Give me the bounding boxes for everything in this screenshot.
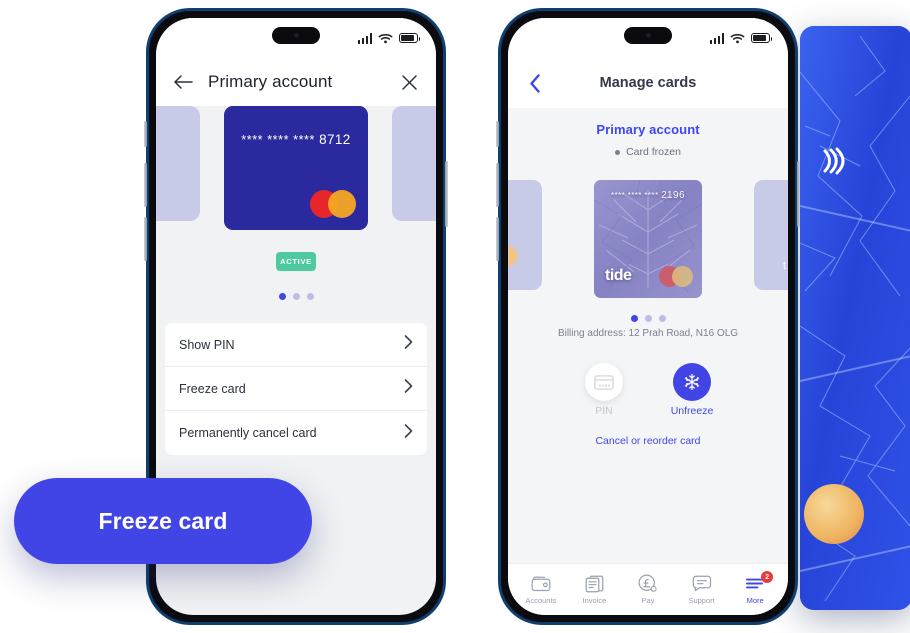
chevron-left-icon[interactable] <box>524 72 546 94</box>
card-peek-right[interactable] <box>392 106 436 221</box>
card-number: **** **** **** 2196 <box>611 190 685 201</box>
tab-label: Support <box>688 596 715 605</box>
hero-frozen-card <box>800 26 910 610</box>
card-options-list: Show PIN Freeze card Permanently cancel … <box>165 323 427 455</box>
tab-accounts[interactable]: Accounts <box>516 574 566 605</box>
chevron-right-icon <box>404 379 413 398</box>
wifi-icon <box>378 33 393 43</box>
wallet-icon <box>516 574 566 593</box>
option-label: Freeze card <box>179 381 246 396</box>
snowflake-icon <box>673 363 711 401</box>
card-actions: PIN Unfreeze <box>508 363 788 419</box>
action-unfreeze[interactable]: Unfreeze <box>664 363 720 419</box>
tab-support[interactable]: Support <box>677 574 727 605</box>
close-icon[interactable] <box>398 71 420 93</box>
option-permanently-cancel-card[interactable]: Permanently cancel card <box>165 411 427 455</box>
card-peek-right[interactable]: t <box>754 180 788 290</box>
carousel-dot[interactable] <box>630 315 638 322</box>
tab-label: More <box>746 596 764 605</box>
option-label: Permanently cancel card <box>179 426 317 440</box>
card-carousel-left[interactable]: **** **** **** 8712 <box>156 106 436 236</box>
carousel-dot[interactable] <box>292 293 300 300</box>
phone-volume-up-button[interactable] <box>144 163 147 207</box>
tab-label: Accounts <box>525 596 557 605</box>
billing-address: Billing address: 12 Prah Road, N16 OLG <box>557 328 739 339</box>
carousel-dots-right[interactable] <box>508 315 788 322</box>
wifi-icon <box>730 33 745 43</box>
status-bar-right <box>508 18 788 58</box>
tab-label: Invoice <box>582 596 607 605</box>
battery-icon <box>399 33 421 43</box>
carousel-dot[interactable] <box>306 293 314 300</box>
frozen-bank-card[interactable]: **** **** **** 2196 tide <box>594 180 702 298</box>
phone-power-button[interactable] <box>445 161 448 227</box>
freeze-card-callout-button[interactable]: Freeze card <box>14 478 312 564</box>
account-name: Primary account <box>596 122 700 137</box>
carousel-dot[interactable] <box>658 315 666 322</box>
page-title: Primary account <box>208 72 333 91</box>
mastercard-icon <box>310 190 356 218</box>
hero-card-orb <box>804 484 864 544</box>
tab-pay[interactable]: Pay <box>623 574 673 605</box>
phone-mute-button[interactable] <box>144 121 147 147</box>
chat-bubble-icon <box>677 574 727 593</box>
option-label: Show PIN <box>179 337 235 352</box>
tab-label: Pay <box>641 596 655 605</box>
dynamic-island <box>272 27 320 44</box>
action-label: Unfreeze <box>670 405 714 417</box>
chevron-right-icon <box>404 423 413 443</box>
status-badge: Card frozen <box>508 146 788 158</box>
option-show-pin[interactable]: Show PIN <box>165 323 427 367</box>
battery-icon <box>751 33 773 43</box>
phone-volume-down-button[interactable] <box>496 217 499 261</box>
phone-volume-down-button[interactable] <box>144 217 147 261</box>
dynamic-island <box>624 27 672 44</box>
phone-power-button[interactable] <box>797 161 800 227</box>
chevron-right-icon <box>404 335 413 354</box>
card-pin-icon <box>585 363 623 401</box>
nav-bar-right: Manage cards <box>508 58 788 108</box>
mastercard-icon <box>659 266 693 287</box>
status-badge: ACTIVE <box>276 252 316 271</box>
phone-mute-button[interactable] <box>496 121 499 147</box>
documents-icon <box>569 574 619 593</box>
action-label: PIN <box>595 405 613 417</box>
arrow-left-icon[interactable] <box>172 71 194 93</box>
page-title: Manage cards <box>599 75 697 91</box>
pound-circle-icon <box>623 574 673 593</box>
card-carousel-right[interactable]: t **** **** **** 2196 tide <box>508 180 788 305</box>
nav-bar-left: Primary account <box>156 58 436 106</box>
card-peek-left[interactable] <box>156 106 200 221</box>
status-dot-icon <box>615 149 621 155</box>
carousel-dots-left[interactable] <box>156 293 436 300</box>
status-label: Card frozen <box>626 146 681 158</box>
action-pin[interactable]: PIN <box>576 363 632 419</box>
screen-right: Manage cards Primary account Card frozen… <box>508 18 788 615</box>
bank-card[interactable]: **** **** **** 8712 <box>224 106 368 230</box>
carousel-dot[interactable] <box>278 293 286 300</box>
card-number: **** **** **** 8712 <box>241 132 351 147</box>
account-header: Primary account Card frozen <box>508 108 788 174</box>
freeze-card-callout-label: Freeze card <box>98 507 228 534</box>
scene: Primary account **** **** **** 8712 ACTI… <box>0 0 910 633</box>
carousel-dot[interactable] <box>644 315 652 322</box>
phone-right: Manage cards Primary account Card frozen… <box>496 8 800 625</box>
tab-invoice[interactable]: Invoice <box>569 574 619 605</box>
tab-more[interactable]: 2 More <box>730 571 780 605</box>
contactless-icon <box>823 147 845 175</box>
signal-bars-icon <box>709 32 724 44</box>
option-freeze-card[interactable]: Freeze card <box>165 367 427 411</box>
status-bar-left <box>156 18 436 58</box>
signal-bars-icon <box>357 32 372 44</box>
tide-logo: tide <box>605 267 632 284</box>
card-peek-left[interactable] <box>508 180 542 290</box>
bottom-tab-bar: Accounts Invoice Pay Support 2 More <box>508 563 788 615</box>
phone-volume-up-button[interactable] <box>496 163 499 207</box>
cancel-or-reorder-link[interactable]: Cancel or reorder card <box>508 435 788 447</box>
